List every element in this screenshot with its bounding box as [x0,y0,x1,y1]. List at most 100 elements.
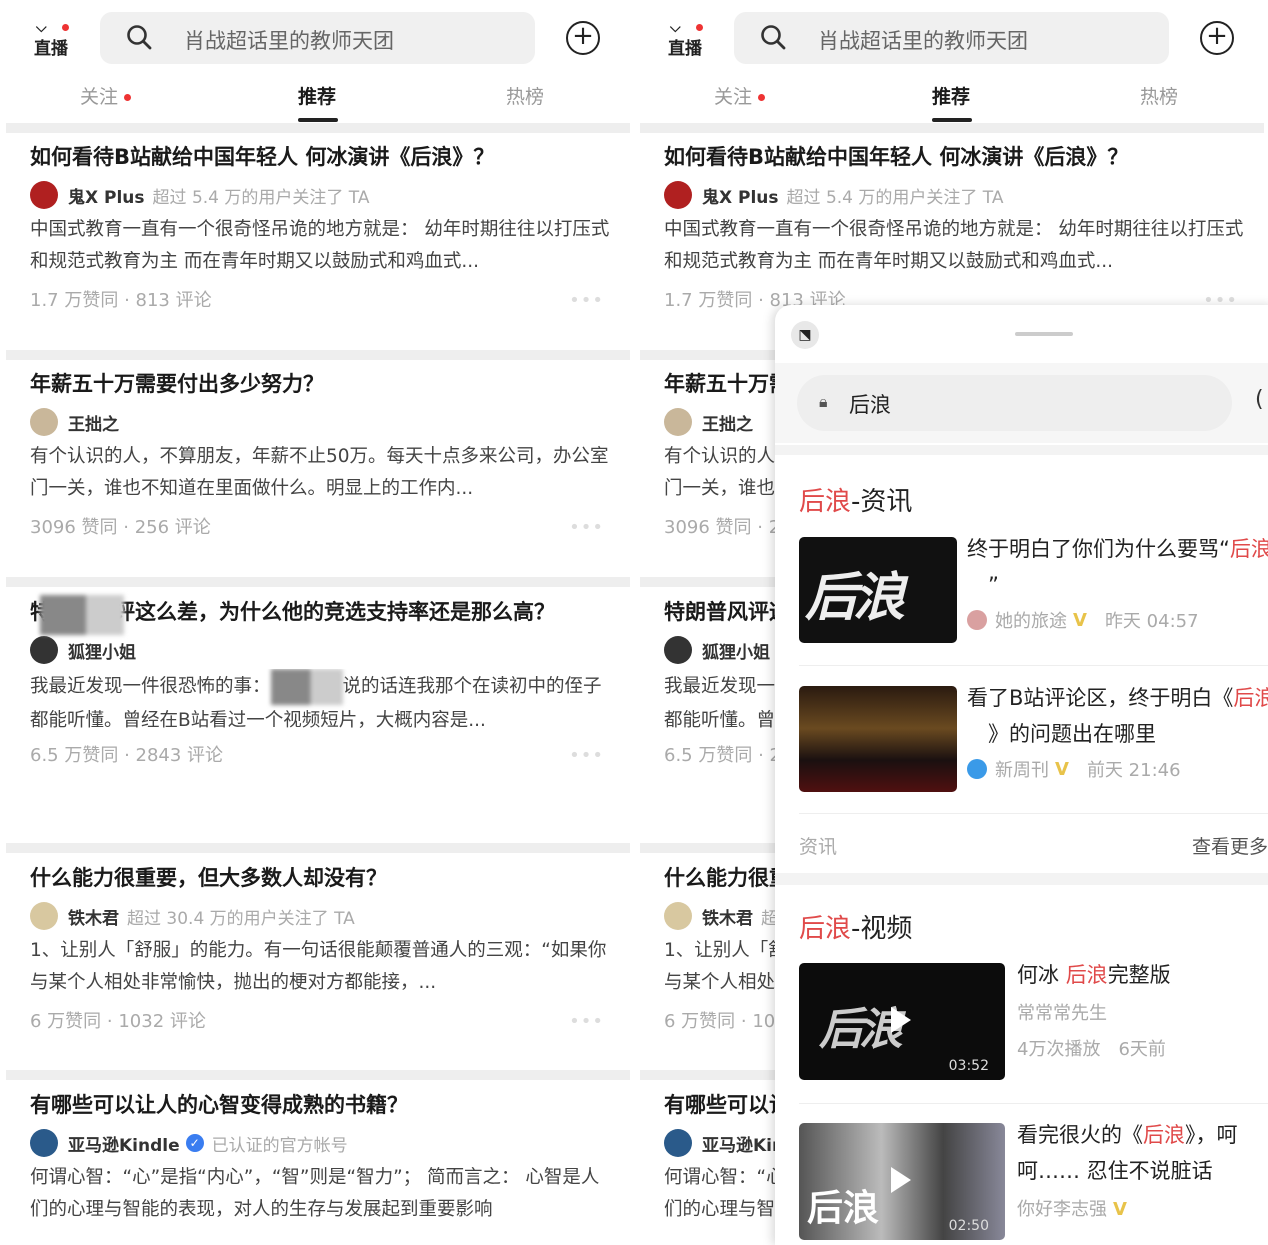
feed-item[interactable]: 有哪些可以让人的心智变得成熟的书籍？亚马逊Kindle✓已认证的官方帐号何谓心智… [30,1086,610,1226]
play-icon [891,1007,911,1033]
avatar [30,181,58,209]
more-icon[interactable]: ••• [569,1011,604,1032]
video-section-title: 后浪-视频 [799,908,912,945]
video-author: 常常常先生 [1017,999,1107,1025]
author-info: 超过 5.4 万的用户关注了 TA [153,183,370,208]
title-text: 何冰 [1017,963,1066,987]
source-avatar [967,610,987,630]
question-title[interactable]: 如何看待B站献给中国年轻人 何冰演讲《后浪》？ [30,138,610,176]
tab-recommend[interactable]: 推荐 [932,82,970,109]
live-button[interactable]: ⌵ 直播 [30,18,78,58]
tab-hot[interactable]: 热榜 [1140,82,1178,109]
video-thumbnail: 后浪02:50 [799,1123,1005,1240]
news-footer-label: 资讯 [799,832,837,859]
blur-mask [271,669,343,705]
tab-follow[interactable]: 关注 [714,82,765,109]
answer-excerpt: 有个认识的人，不算朋友，年薪不止50万。每天十点多来公司，办公室门一关，谁也不知… [30,441,610,505]
question-title[interactable]: 有哪些可以让人的心智变得成熟的书籍？ [30,1086,610,1124]
search-placeholder: 肖战超话里的教师天团 [818,25,1028,55]
video-author-row: 你好李志强V [1017,1195,1145,1221]
resize-icon[interactable]: ⬔ [791,321,819,349]
question-title[interactable]: 如何看待B站献给中国年轻人 何冰演讲《后浪》？ [664,138,1244,176]
feed-item[interactable]: 如何看待B站献给中国年轻人 何冰演讲《后浪》？ 鬼X Plus 超过 5.4 万的用… [664,138,1244,316]
active-tab-indicator [298,118,338,122]
unread-dot-icon [124,94,131,101]
author-name: 鬼X Plus [702,183,779,208]
news-meta: 她的旅途V昨天 04:57 [967,607,1199,633]
answer-excerpt: 中国式教育一直有一个很奇怪吊诡的地方就是： 幼年时期往往以打压式和规范式教育为主… [30,214,610,278]
news-time: 前天 21:46 [1087,756,1181,782]
clipped-icon[interactable]: ( [1255,387,1264,412]
author-name: 铁木君 [68,904,119,929]
sheet-search-field[interactable]: 🔒︎ 后浪 [797,375,1232,431]
tab-recommend[interactable]: 推荐 [298,82,336,109]
answer-stats: 3096 赞同 · 256 评论 ••• [30,513,610,543]
avatar [30,408,58,436]
author-row[interactable]: 鬼X Plus 超过 5.4 万的用户关注了 TA [30,178,610,212]
more-icon[interactable]: ••• [569,517,604,538]
search-input[interactable]: 肖战超话里的教师天团 [100,12,535,64]
search-placeholder: 肖战超话里的教师天团 [184,25,394,55]
author-name: 王拙之 [702,410,753,435]
tab-hot[interactable]: 热榜 [506,82,544,109]
author-row[interactable]: 亚马逊Kindle✓已认证的官方帐号 [30,1126,610,1160]
divider [640,123,1264,133]
drag-handle[interactable] [1015,332,1073,336]
tab-label: 关注 [714,86,752,108]
title-keyword: 后浪 [1230,537,1268,561]
news-source: 她的旅途 [995,607,1067,633]
thumb-text: 后浪 [807,1179,879,1231]
question-title[interactable]: 年薪五十万需要付出多少努力？ [30,365,610,403]
news-title: 看了B站评论区，终于明白《后浪浪》的问题出在哪里 [967,680,1268,752]
divider [6,123,630,133]
title-text: ” [988,573,999,597]
live-button[interactable]: ⌵ 直播 [664,18,712,58]
news-thumbnail: 后浪 [799,537,957,643]
title-text: 终于明白了你们为什么要骂“ [967,537,1230,561]
title-text: 有哪些可以让人的心智变得成熟的书籍？ [30,1093,408,1117]
active-tab-indicator [932,118,972,122]
author-name: 鬼X Plus [68,183,145,208]
answer-excerpt: 中国式教育一直有一个很奇怪吊诡的地方就是： 幼年时期往往以打压式和规范式教育为主… [664,214,1244,278]
search-input[interactable]: 肖战超话里的教师天团 [734,12,1169,64]
author-row[interactable]: 鬼X Plus 超过 5.4 万的用户关注了 TA [664,178,1244,212]
video-item[interactable]: 后浪03:52 何冰 后浪 完整版 常常常先生 4万次播放 6天前 [799,963,1268,1081]
keyword: 后浪 [799,914,851,944]
video-age: 6天前 [1118,1039,1165,1060]
video-item[interactable]: 后浪02:50 看完很火的《后浪》，呵呵…… 忍住不说脏话 你好李志强V [799,1123,1268,1241]
feed-item[interactable]: 特朗普风评这么差，为什么他的竞选支持率还是那么高？狐狸小姐我最近发现一件很恐怖的… [30,593,610,771]
news-item[interactable]: 后浪 终于明白了你们为什么要骂“后浪浪” 她的旅途V昨天 04:57 [799,537,1268,643]
more-icon[interactable]: ••• [569,290,604,311]
blur-mask [40,595,124,635]
avatar [30,636,58,664]
answer-stats: 6 万赞同 · 1032 评论••• [30,1007,610,1037]
feed-item[interactable]: 什么能力很重要，但大多数人却没有？铁木君超过 30.4 万的用户关注了 TA1、… [30,859,610,1037]
author-row[interactable]: 铁木君超过 30.4 万的用户关注了 TA [30,899,610,933]
feed-item[interactable]: 年薪五十万需要付出多少努力？王拙之有个认识的人，不算朋友，年薪不止50万。每天十… [30,365,610,543]
live-label: 直播 [34,34,68,59]
author-row[interactable]: 王拙之 [30,405,610,439]
news-item[interactable]: 看了B站评论区，终于明白《后浪浪》的问题出在哪里 新周刊V前天 21:46 [799,686,1268,792]
add-button[interactable]: + [566,21,600,55]
stats-text: 3096 赞同 · 256 评论 [30,517,211,538]
news-title: 终于明白了你们为什么要骂“后浪浪” [967,531,1268,603]
feed-item[interactable]: 如何看待B站献给中国年轻人 何冰演讲《后浪》？ 鬼X Plus 超过 5.4 万的用… [30,138,610,316]
author-row[interactable]: 狐狸小姐 [30,633,610,667]
verified-icon: ✓ [186,1134,204,1152]
avatar [30,1129,58,1157]
author-info: 超过 5.4 万的用户关注了 TA [787,183,1004,208]
tab-follow[interactable]: 关注 [80,82,131,109]
excerpt-text: 我最近发现一件很恐怖的事： [30,676,271,697]
more-icon[interactable]: ••• [569,745,604,766]
feed-panel-left: ⌵ 直播 肖战超话里的教师天团 + 关注 推荐 热榜 如何看待B站献给中国年轻人… [0,0,634,1235]
add-button[interactable]: + [1200,21,1234,55]
video-plays: 4万次播放 [1017,1039,1100,1060]
question-title[interactable]: 什么能力很重要，但大多数人却没有？ [30,859,610,897]
tab-label: 推荐 [298,86,336,108]
thumb-text: 后浪 [819,993,899,1057]
view-more-link[interactable]: 查看更多 [1192,832,1268,859]
question-title[interactable]: 特朗普风评这么差，为什么他的竞选支持率还是那么高？ [30,593,610,631]
title-text: 完整版 [1108,963,1171,987]
video-thumbnail: 后浪03:52 [799,963,1005,1080]
divider [799,665,1268,666]
